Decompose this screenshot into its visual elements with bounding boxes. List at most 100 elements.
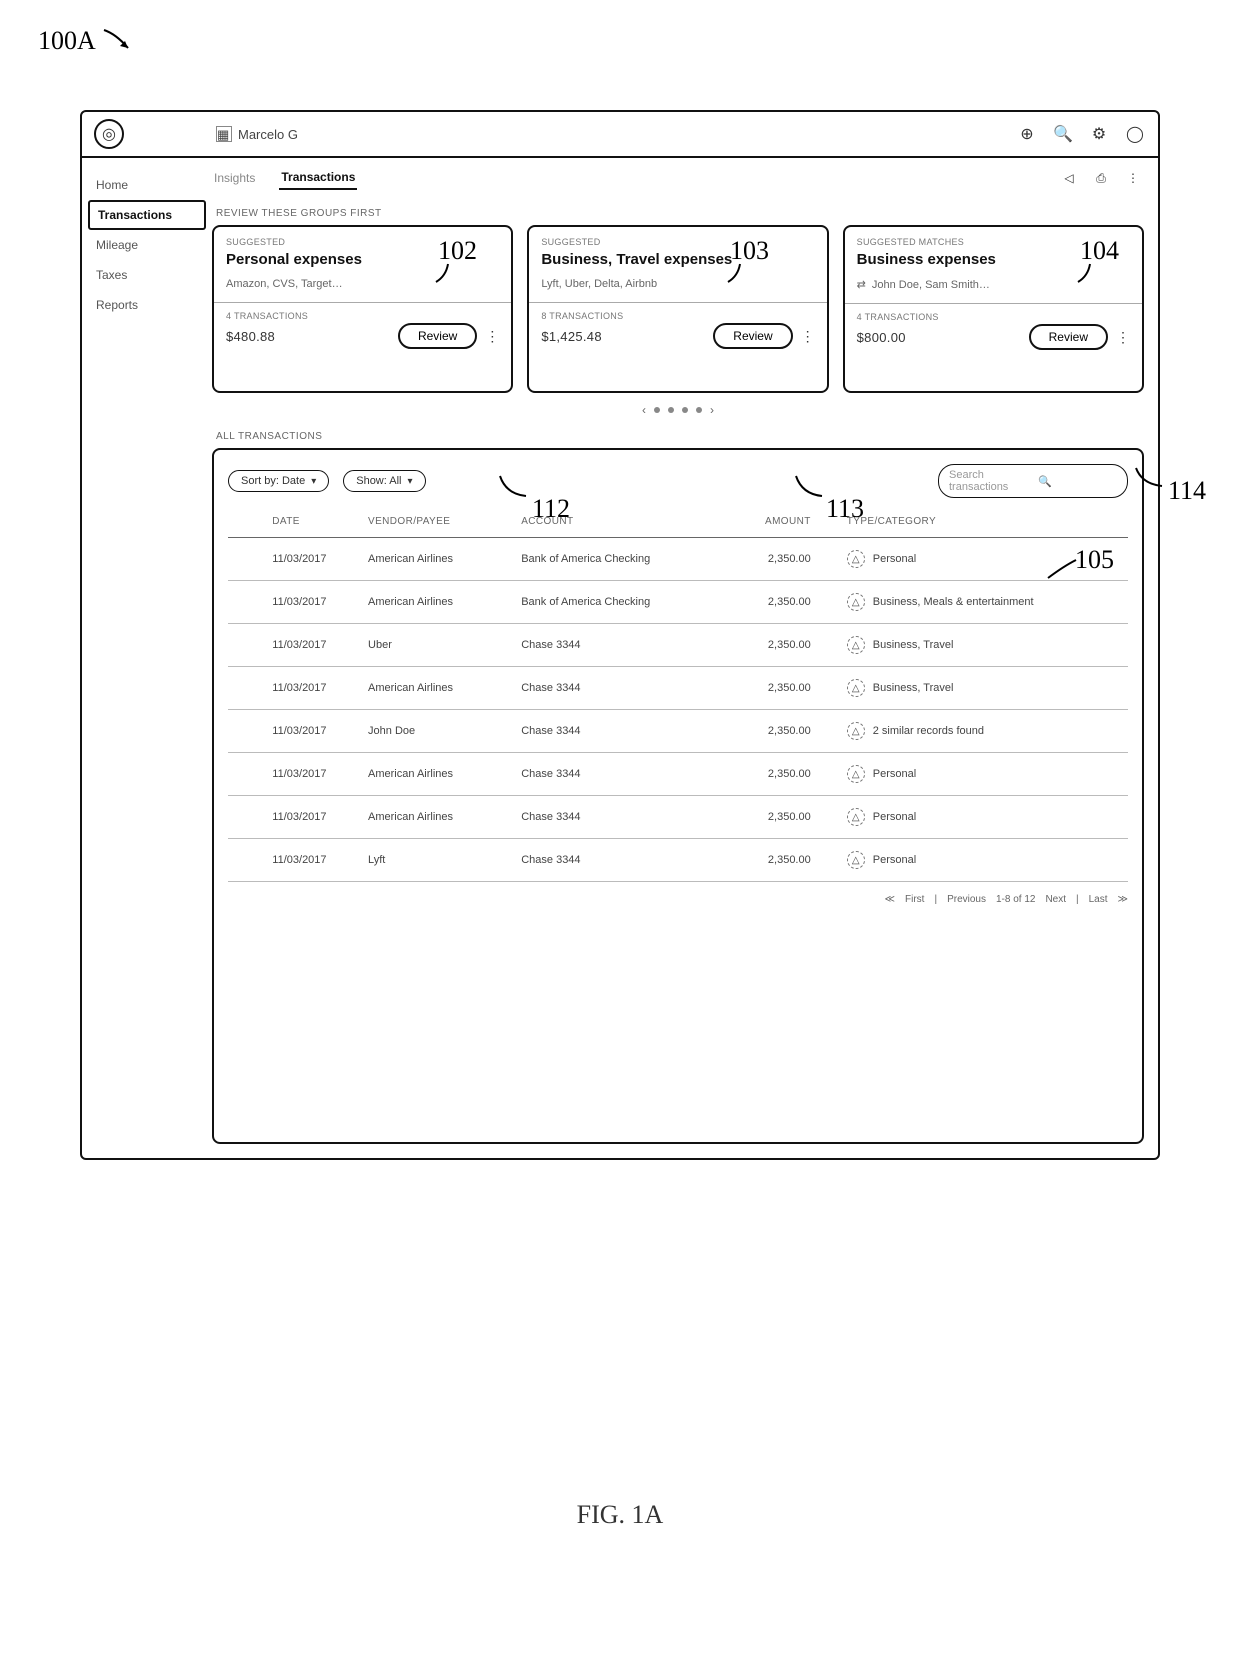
table-row[interactable]: 11/03/2017John DoeChase 33442,350.00△2 s… <box>228 710 1128 753</box>
pager-first[interactable]: First <box>905 894 924 905</box>
card-kebab-icon[interactable]: ⋮ <box>801 331 815 341</box>
carousel-prev-icon[interactable]: ‹ <box>642 403 646 417</box>
cell-type[interactable]: △Personal <box>841 753 1128 796</box>
search-icon[interactable]: 🔍 <box>1052 123 1074 145</box>
ref-112: 112 <box>532 494 570 524</box>
table-row[interactable]: 11/03/2017American AirlinesChase 33442,3… <box>228 753 1128 796</box>
user-chip[interactable]: ▦ Marcelo G <box>216 126 298 142</box>
table-row[interactable]: 11/03/2017UberChase 33442,350.00△Busines… <box>228 624 1128 667</box>
table-row[interactable]: 11/03/2017LyftChase 33442,350.00△Persona… <box>228 839 1128 882</box>
show-select[interactable]: Show: All▾ <box>343 470 425 492</box>
table-row[interactable]: 11/03/2017American AirlinesBank of Ameri… <box>228 538 1128 581</box>
cell-vendor: American Airlines <box>362 796 515 839</box>
table-row[interactable]: 11/03/2017American AirlinesChase 33442,3… <box>228 667 1128 710</box>
ref-113: 113 <box>826 494 864 524</box>
pager-prev[interactable]: Previous <box>947 894 986 905</box>
sidebar-item-mileage[interactable]: Mileage <box>82 230 212 260</box>
tab-insights[interactable]: Insights <box>212 167 257 189</box>
back-triangle-icon[interactable]: ◁ <box>1058 167 1080 189</box>
sort-select[interactable]: Sort by: Date▾ <box>228 470 329 492</box>
cell-vendor: John Doe <box>362 710 515 753</box>
card-meta: 8 TRANSACTIONS <box>541 311 814 321</box>
sidebar-item-reports[interactable]: Reports <box>82 290 212 320</box>
category-icon: △ <box>847 808 865 826</box>
chevron-down-icon: ▾ <box>311 476 316 487</box>
review-button[interactable]: Review <box>713 323 792 349</box>
category-icon: △ <box>847 593 865 611</box>
print-icon[interactable]: ⎙ <box>1090 167 1112 189</box>
cell-account: Chase 3344 <box>515 667 745 710</box>
review-button[interactable]: Review <box>1029 324 1108 350</box>
ref-114: 114 <box>1168 476 1206 506</box>
sidebar-item-transactions[interactable]: Transactions <box>88 200 206 230</box>
cell-type[interactable]: △Personal <box>841 796 1128 839</box>
sidebar: Home Transactions Mileage Taxes Reports <box>82 158 212 1158</box>
card-subtitle: Lyft, Uber, Delta, Airbnb <box>541 278 814 290</box>
carousel-next-icon[interactable]: › <box>710 403 714 417</box>
sidebar-item-taxes[interactable]: Taxes <box>82 260 212 290</box>
card-meta: 4 TRANSACTIONS <box>226 311 499 321</box>
add-icon[interactable]: ⊕ <box>1016 123 1038 145</box>
match-icon: ⇄ <box>857 278 866 291</box>
chevron-down-icon: ▾ <box>407 476 412 487</box>
category-icon: △ <box>847 679 865 697</box>
card-amount: $480.88 <box>226 329 275 344</box>
cell-amount: 2,350.00 <box>745 538 841 581</box>
pager-sep: | <box>1076 894 1079 905</box>
table-row[interactable]: 11/03/2017American AirlinesBank of Ameri… <box>228 581 1128 624</box>
search-placeholder: Search transactions <box>949 469 1028 493</box>
review-button[interactable]: Review <box>398 323 477 349</box>
carousel-dot[interactable] <box>668 407 674 413</box>
col-vendor[interactable]: VENDOR/PAYEE <box>362 508 515 538</box>
table-row[interactable]: 11/03/2017American AirlinesChase 33442,3… <box>228 796 1128 839</box>
carousel-pager: ‹ › <box>212 403 1144 417</box>
cell-type[interactable]: △Business, Meals & entertainment <box>841 581 1128 624</box>
cell-amount: 2,350.00 <box>745 839 841 882</box>
cell-account: Chase 3344 <box>515 624 745 667</box>
all-transactions-label: ALL TRANSACTIONS <box>216 431 1144 442</box>
category-icon: △ <box>847 722 865 740</box>
cell-amount: 2,350.00 <box>745 796 841 839</box>
pager-next[interactable]: Next <box>1045 894 1066 905</box>
ref-104: 104 <box>1080 236 1119 266</box>
cell-vendor: Lyft <box>362 839 515 882</box>
app-logo-icon: ◎ <box>94 119 124 149</box>
carousel-dot[interactable] <box>654 407 660 413</box>
card-amount: $1,425.48 <box>541 329 602 344</box>
ref-105: 105 <box>1075 545 1114 575</box>
tab-row: Insights Transactions ◁ ⎙ ⋮ <box>212 166 1144 190</box>
category-icon: △ <box>847 765 865 783</box>
card-kebab-icon[interactable]: ⋮ <box>485 331 499 341</box>
pager-last-arrow[interactable]: ≫ <box>1118 894 1128 905</box>
cell-account: Bank of America Checking <box>515 538 745 581</box>
cell-date: 11/03/2017 <box>266 667 362 710</box>
cell-vendor: American Airlines <box>362 667 515 710</box>
category-icon: △ <box>847 550 865 568</box>
pager-last[interactable]: Last <box>1089 894 1108 905</box>
cell-type[interactable]: △Business, Travel <box>841 624 1128 667</box>
figure-caption: FIG. 1A <box>0 1500 1240 1530</box>
cell-type[interactable]: △Personal <box>841 839 1128 882</box>
arrow-icon <box>102 28 136 54</box>
apps-grid-icon: ▦ <box>216 126 232 142</box>
pager-first-arrow[interactable]: ≪ <box>885 894 895 905</box>
cell-vendor: American Airlines <box>362 753 515 796</box>
carousel-dot[interactable] <box>682 407 688 413</box>
cell-type[interactable]: △2 similar records found <box>841 710 1128 753</box>
help-icon[interactable]: ◯ <box>1124 123 1146 145</box>
kebab-icon[interactable]: ⋮ <box>1122 167 1144 189</box>
card-kebab-icon[interactable]: ⋮ <box>1116 332 1130 342</box>
gear-icon[interactable]: ⚙ <box>1088 123 1110 145</box>
carousel-dot[interactable] <box>696 407 702 413</box>
cell-date: 11/03/2017 <box>266 581 362 624</box>
cell-amount: 2,350.00 <box>745 624 841 667</box>
sidebar-item-home[interactable]: Home <box>82 170 212 200</box>
col-date[interactable]: DATE <box>266 508 362 538</box>
search-input[interactable]: Search transactions🔍 <box>938 464 1128 498</box>
col-type[interactable]: TYPE/CATEGORY <box>841 508 1128 538</box>
card-amount: $800.00 <box>857 330 906 345</box>
cell-type[interactable]: △Business, Travel <box>841 667 1128 710</box>
cell-vendor: American Airlines <box>362 581 515 624</box>
tab-transactions[interactable]: Transactions <box>279 166 357 190</box>
cell-date: 11/03/2017 <box>266 710 362 753</box>
